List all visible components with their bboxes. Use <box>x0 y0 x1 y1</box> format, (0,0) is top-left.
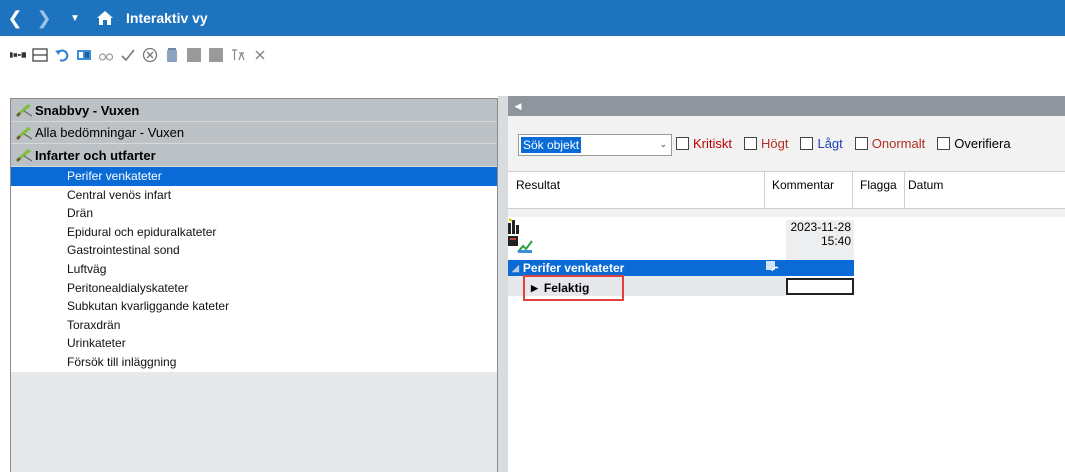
chevron-right-icon[interactable]: ❯ <box>30 0 58 36</box>
checkbox[interactable] <box>744 137 757 150</box>
list-item[interactable]: Drän <box>11 204 497 223</box>
list-item[interactable]: Subkutan kvarliggande kateter <box>11 297 497 316</box>
title-bar: ❮ ❯ ▼ Interaktiv vy <box>0 0 1065 36</box>
column-flagga[interactable]: Flagga <box>860 178 897 192</box>
column-datum[interactable]: Datum <box>908 178 943 192</box>
row-label: Felaktig <box>543 281 590 295</box>
undo-icon[interactable] <box>54 47 70 63</box>
check-icon[interactable] <box>120 47 136 63</box>
list-item[interactable]: Central venös infart <box>11 186 497 205</box>
item-list: Perifer venkateter Central venös infart … <box>11 167 497 372</box>
group-label: Perifer venkateter <box>522 261 625 275</box>
checkbox[interactable] <box>854 137 868 150</box>
column-divider <box>764 172 765 208</box>
list-item[interactable]: Toraxdrän <box>11 316 497 335</box>
date-column-header[interactable]: 2023-11-28 15:40 <box>786 220 854 260</box>
link-grid-icon[interactable] <box>766 261 780 275</box>
list-item[interactable]: Urinkateter <box>11 334 497 353</box>
column-resultat[interactable]: Resultat <box>516 178 560 192</box>
graph-icon[interactable] <box>508 236 534 254</box>
flag-filters: Kritiskt Högt Lågt Onormalt Overifiera <box>676 136 1023 151</box>
list-item[interactable]: Peritonealdialyskateter <box>11 279 497 298</box>
expand-arrow-icon[interactable]: ▶ <box>531 283 538 294</box>
trash-icon[interactable] <box>164 47 180 63</box>
list-item[interactable]: Luftväg <box>11 260 497 279</box>
grid-icon[interactable] <box>76 47 92 63</box>
search-combobox[interactable]: Sök objekt ⌄ <box>518 134 672 156</box>
flag-kritiskt[interactable]: Kritiskt <box>676 136 732 151</box>
list-item-perifer-venkateter[interactable]: Perifer venkateter <box>11 167 497 186</box>
group-row-cell <box>786 260 854 276</box>
flowsheet-grid: 2023-11-28 15:40 ◢ Perifer venkateter ▶ … <box>508 217 1065 472</box>
column-date: 2023-11-28 <box>790 220 852 234</box>
close-icon[interactable] <box>252 47 268 63</box>
value-cell[interactable] <box>786 278 854 295</box>
category-alla-bedomningar[interactable]: Alla bedömningar - Vuxen <box>11 122 497 144</box>
cancel-icon[interactable] <box>142 47 158 63</box>
square-icon[interactable] <box>186 47 202 63</box>
category-label: Snabbvy - Vuxen <box>35 102 140 118</box>
list-item[interactable]: Gastrointestinal sond <box>11 241 497 260</box>
column-time: 15:40 <box>820 234 851 248</box>
glasses-icon[interactable] <box>98 47 114 63</box>
collapse-triangle-icon[interactable]: ◢ <box>512 263 519 274</box>
search-area: Sök objekt ⌄ Kritiskt Högt Lågt Onormalt… <box>508 116 1065 217</box>
table-icon[interactable] <box>32 47 48 63</box>
column-divider <box>852 172 853 208</box>
toolbar <box>0 42 268 68</box>
checkbox[interactable] <box>676 137 689 150</box>
view-navigator: Snabbvy - Vuxen Alla bedömningar - Vuxen… <box>10 98 498 472</box>
results-panel: ◀ Sök objekt ⌄ Kritiskt Högt Lågt Onorma… <box>508 96 1065 472</box>
splitter[interactable] <box>498 96 508 472</box>
horizontal-scrollbar[interactable]: ◀ <box>508 96 1065 116</box>
checkbox[interactable] <box>937 137 951 150</box>
column-kommentar[interactable]: Kommentar <box>772 178 834 192</box>
row-felaktig[interactable]: ▶ Felaktig <box>523 275 624 301</box>
flag-lagt[interactable]: Lågt <box>800 136 843 151</box>
checkbox[interactable] <box>800 137 814 150</box>
list-item[interactable]: Epidural och epiduralkateter <box>11 223 497 242</box>
category-label: Infarter och utfarter <box>35 147 156 163</box>
navigation: ❮ ❯ ▼ <box>0 0 118 36</box>
square-icon[interactable] <box>208 47 224 63</box>
scroll-left-icon[interactable]: ◀ <box>510 96 526 116</box>
home-icon[interactable] <box>92 0 118 36</box>
connect-icon[interactable] <box>10 47 26 63</box>
category-snabbvy[interactable]: Snabbvy - Vuxen <box>11 99 497 122</box>
window-title: Interaktiv vy <box>126 10 208 26</box>
chevron-left-icon[interactable]: ❮ <box>0 0 30 36</box>
category-label: Alla bedömningar - Vuxen <box>35 125 185 140</box>
search-value: Sök objekt <box>521 137 582 153</box>
pencil-icon <box>15 148 33 162</box>
flag-onormalt[interactable]: Onormalt <box>854 136 925 151</box>
column-divider <box>904 172 905 208</box>
list-item[interactable]: Försök till inläggning <box>11 353 497 372</box>
caret-down-icon[interactable]: ▼ <box>58 0 92 36</box>
grid-header: Resultat Kommentar Flagga Datum <box>508 171 1065 209</box>
category-infarter[interactable]: Infarter och utfarter <box>11 144 497 167</box>
pencil-icon <box>15 103 33 117</box>
chart-bars-icon[interactable] <box>508 218 522 234</box>
pencil-icon <box>15 126 33 140</box>
chevron-down-icon[interactable]: ⌄ <box>659 139 667 150</box>
flag-hogt[interactable]: Högt <box>744 136 788 151</box>
translate-icon[interactable] <box>230 47 246 63</box>
flag-overifierad[interactable]: Overifiera <box>937 136 1011 151</box>
